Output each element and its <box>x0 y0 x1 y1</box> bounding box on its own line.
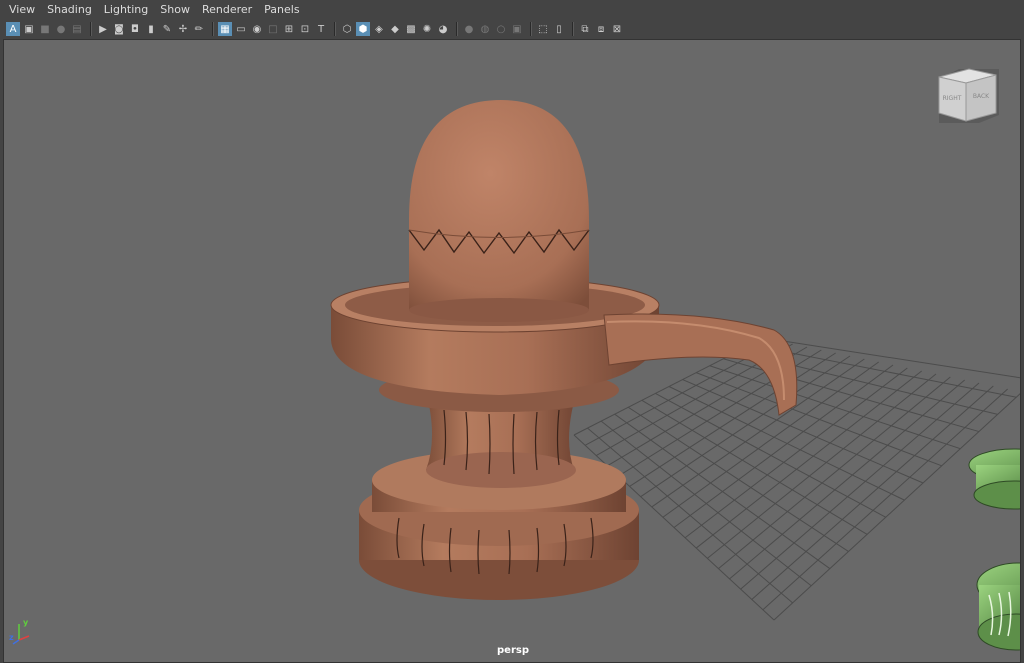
snap-icon[interactable]: ✢ <box>176 22 190 36</box>
toolbar-separator <box>334 22 336 36</box>
panel-toolbar: A ▣ ■ ● ▤ ▶ ◙ ◘ ▮ ✎ ✢ ✏ ▦ ▭ ◉ □ ⊞ ⊡ T ⬡ ⬢ ◈ ◆ ▩ ✺ ◕ ● ◍ ○ ▣ ⬚ ▯ ⧉ ⧈ ⊠ <box>0 20 1024 38</box>
selected-object-upper[interactable] <box>968 448 1021 510</box>
grease-pencil-icon[interactable]: ✎ <box>160 22 174 36</box>
depth-of-field-icon[interactable]: ▣ <box>510 22 524 36</box>
xray-components-icon[interactable]: ⧈ <box>594 22 608 36</box>
isolate-select-icon[interactable]: ⬚ <box>536 22 550 36</box>
safe-action-icon[interactable]: ⊡ <box>298 22 312 36</box>
checker-icon[interactable]: ▩ <box>404 22 418 36</box>
bookmark-icon[interactable]: ■ <box>38 22 52 36</box>
safe-title-icon[interactable]: T <box>314 22 328 36</box>
camera-attributes-icon[interactable]: ◘ <box>128 22 142 36</box>
toolbar-separator <box>456 22 458 36</box>
motion-blur-icon[interactable]: ◍ <box>478 22 492 36</box>
selected-object-lower[interactable] <box>976 562 1021 651</box>
view-cube[interactable]: RIGHT BACK <box>934 67 1004 127</box>
lights-icon[interactable]: ✺ <box>420 22 434 36</box>
lingam-model[interactable] <box>330 100 798 600</box>
shadows-icon[interactable]: ◕ <box>436 22 450 36</box>
gate-mask-icon[interactable]: □ <box>266 22 280 36</box>
menu-show[interactable]: Show <box>154 0 196 20</box>
panel-menu-bar: View Shading Lighting Show Renderer Panels <box>0 0 1024 20</box>
xray-icon[interactable]: ▯ <box>552 22 566 36</box>
toolbar-separator <box>212 22 214 36</box>
film-gate-icon[interactable]: ▭ <box>234 22 248 36</box>
frame-icon[interactable]: ▣ <box>22 22 36 36</box>
wireframe-icon[interactable]: ⬡ <box>340 22 354 36</box>
menu-renderer[interactable]: Renderer <box>196 0 258 20</box>
viewcube-right-label[interactable]: RIGHT <box>943 95 962 102</box>
perspective-viewport[interactable]: y z RIGHT BACK persp <box>3 39 1021 663</box>
menu-shading[interactable]: Shading <box>41 0 98 20</box>
resolution-gate-icon[interactable]: ◉ <box>250 22 264 36</box>
camera-icon[interactable]: ▶ <box>96 22 110 36</box>
menu-view[interactable]: View <box>0 0 41 20</box>
camera-lock-icon[interactable]: ◙ <box>112 22 126 36</box>
backface-culling-icon[interactable]: ⊠ <box>610 22 624 36</box>
toolbar-separator <box>90 22 92 36</box>
pencil-icon[interactable]: ✏ <box>192 22 206 36</box>
anti-alias-icon[interactable]: ○ <box>494 22 508 36</box>
select-camera-icon[interactable]: A <box>6 22 20 36</box>
bookmark-flag-icon[interactable]: ▮ <box>144 22 158 36</box>
2d-pan-icon[interactable]: ▤ <box>70 22 84 36</box>
wireframe-on-shaded-icon[interactable]: ◈ <box>372 22 386 36</box>
textured-icon[interactable]: ◆ <box>388 22 402 36</box>
toolbar-separator <box>572 22 574 36</box>
menu-lighting[interactable]: Lighting <box>98 0 154 20</box>
axis-z-label: z <box>9 633 14 642</box>
xray-joints-icon[interactable]: ⧉ <box>578 22 592 36</box>
camera-name-label: persp <box>497 645 529 656</box>
field-chart-icon[interactable]: ⊞ <box>282 22 296 36</box>
axis-y-label: y <box>23 618 29 627</box>
viewcube-back-label[interactable]: BACK <box>973 93 990 100</box>
axis-gizmo: y z <box>9 618 30 645</box>
scene-canvas[interactable]: y z <box>4 40 1021 663</box>
toolbar-separator <box>530 22 532 36</box>
image-plane-icon[interactable]: ● <box>54 22 68 36</box>
menu-panels[interactable]: Panels <box>258 0 305 20</box>
ground-grid <box>573 337 1020 621</box>
ambient-occlusion-icon[interactable]: ● <box>462 22 476 36</box>
smooth-shade-icon[interactable]: ⬢ <box>356 22 370 36</box>
grid-icon[interactable]: ▦ <box>218 22 232 36</box>
